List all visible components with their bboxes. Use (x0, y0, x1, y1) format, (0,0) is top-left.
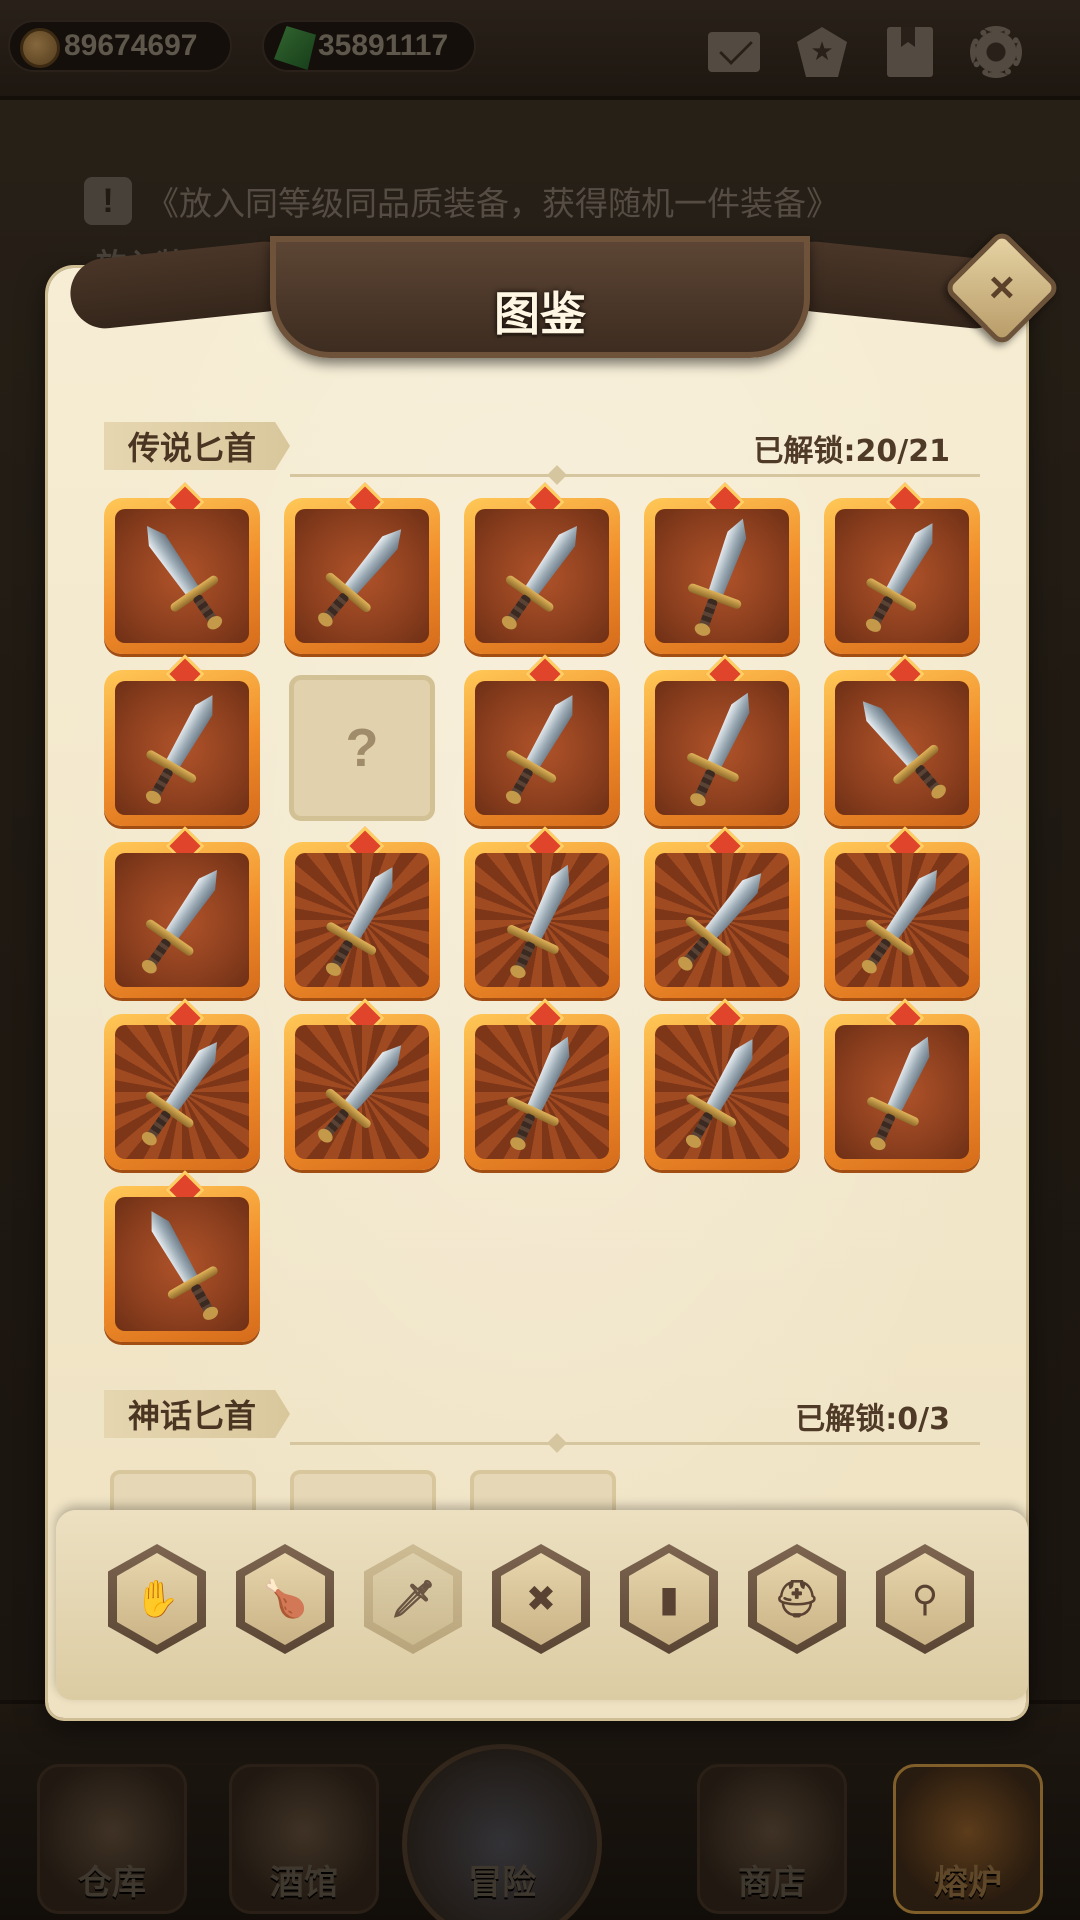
legendary-frame (824, 498, 980, 654)
dagger-icon (499, 520, 585, 633)
dagger-icon (859, 864, 945, 977)
dagger-item-slot[interactable] (464, 670, 620, 826)
legendary-frame (824, 670, 980, 826)
legendary-frame (104, 1186, 260, 1342)
section-title: 神话匕首 (104, 1390, 291, 1438)
dagger-item-slot[interactable] (824, 842, 980, 998)
dagger-icon (315, 1039, 409, 1146)
legendary-frame (104, 1014, 260, 1170)
legendary-frame (104, 842, 260, 998)
category-tab-dagger[interactable]: 🗡 (364, 1544, 462, 1654)
panel-title: 图鉴 (494, 287, 586, 341)
legendary-frame (104, 670, 260, 826)
dagger-item-slot[interactable] (644, 498, 800, 654)
legendary-frame (284, 498, 440, 654)
category-tab-drumstick[interactable]: 🍗 (236, 1544, 334, 1654)
dagger-icon (675, 867, 769, 974)
dagger-icon (139, 520, 225, 633)
section-header-legendary: 传说匕首 已解锁:20/21 (100, 418, 980, 478)
category-tab-book[interactable]: ▮ (620, 1544, 718, 1654)
unlock-count: 已解锁:20/21 (753, 434, 950, 469)
dagger-item-slot[interactable] (104, 842, 260, 998)
legendary-frame (464, 498, 620, 654)
legendary-frame (824, 1014, 980, 1170)
category-tab-necklace[interactable]: ⚲ (876, 1544, 974, 1654)
dagger-icon (143, 1206, 221, 1323)
divider (290, 1442, 980, 1445)
unlock-count: 已解锁:0/3 (795, 1402, 950, 1437)
dagger-icon (315, 523, 409, 630)
dagger-icon (505, 1032, 577, 1153)
dagger-item-slot[interactable] (464, 842, 620, 998)
legendary-frame (284, 1014, 440, 1170)
dagger-item-slot[interactable] (644, 842, 800, 998)
dagger-icon (503, 690, 581, 807)
dagger-icon (686, 515, 753, 638)
section-header-mythic: 神话匕首 已解锁:0/3 (100, 1386, 980, 1446)
legendary-frame (104, 498, 260, 654)
legendary-frame (464, 842, 620, 998)
legendary-frame (464, 670, 620, 826)
legendary-frame (644, 498, 800, 654)
dagger-item-slot[interactable] (824, 498, 980, 654)
dagger-icon (143, 690, 221, 807)
legendary-frame (464, 1014, 620, 1170)
legendary-frame (644, 1014, 800, 1170)
dagger-icon (863, 518, 941, 635)
divider (290, 474, 980, 477)
dagger-icon (505, 860, 577, 981)
dagger-item-slot[interactable] (824, 670, 980, 826)
locked-item-slot[interactable]: ? (289, 675, 435, 821)
dagger-icon (855, 695, 949, 802)
category-tab-shield-cross[interactable]: ✖ (492, 1544, 590, 1654)
dagger-item-slot[interactable] (824, 1014, 980, 1170)
category-tab-armor[interactable]: ✋ (108, 1544, 206, 1654)
dagger-item-slot[interactable] (464, 1014, 620, 1170)
dagger-item-slot[interactable] (284, 1014, 440, 1170)
category-tab-helmet[interactable]: ⛑ (748, 1544, 846, 1654)
question-mark-icon: ? (345, 718, 379, 778)
dagger-item-slot[interactable] (464, 498, 620, 654)
dagger-item-slot[interactable] (284, 842, 440, 998)
legendary-frame (824, 842, 980, 998)
dagger-icon (323, 862, 401, 979)
dagger-item-slot[interactable] (284, 498, 440, 654)
dagger-item-slot[interactable] (104, 498, 260, 654)
dagger-item-slot[interactable] (644, 1014, 800, 1170)
legendary-frame (284, 842, 440, 998)
dagger-item-slot[interactable] (104, 670, 260, 826)
section-title: 传说匕首 (104, 422, 291, 470)
dagger-icon (683, 1034, 761, 1151)
dagger-icon (139, 864, 225, 977)
dagger-item-slot[interactable] (104, 1014, 260, 1170)
dagger-icon (685, 688, 757, 809)
dagger-item-slot[interactable] (104, 1186, 260, 1342)
dagger-item-slot[interactable] (644, 670, 800, 826)
dagger-icon (865, 1032, 937, 1153)
legendary-frame (644, 670, 800, 826)
legendary-frame (644, 842, 800, 998)
dagger-icon (139, 1036, 225, 1149)
close-icon: × (989, 262, 1015, 312)
